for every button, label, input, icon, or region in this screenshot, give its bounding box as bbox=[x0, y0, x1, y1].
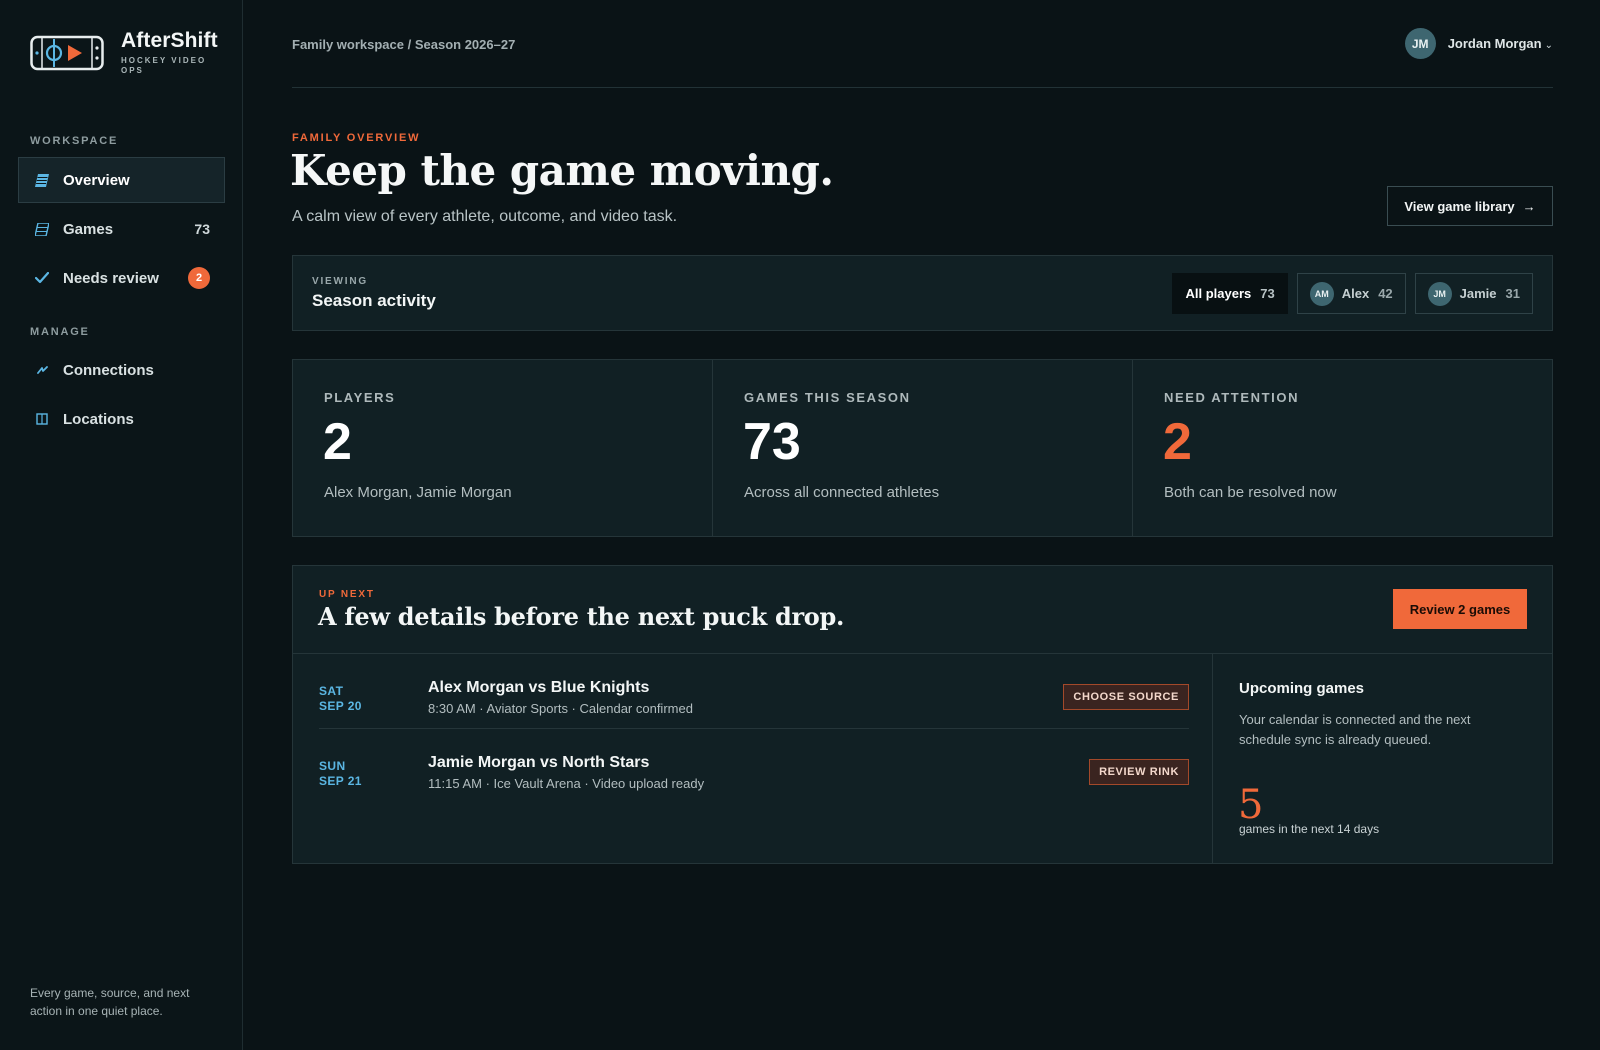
chip-label: Jamie bbox=[1459, 286, 1497, 301]
sidebar-footer: Every game, source, and next action in o… bbox=[30, 986, 190, 1018]
stat-value: 2 bbox=[323, 413, 352, 471]
app-subtitle: HOCKEY VIDEO OPS bbox=[121, 56, 207, 75]
stat-label: NEED ATTENTION bbox=[1164, 390, 1300, 405]
avatar: AM bbox=[1309, 281, 1334, 306]
up-next-title: A few details before the next puck drop. bbox=[318, 602, 845, 631]
up-next-header: UP NEXT A few details before the next pu… bbox=[293, 566, 1552, 654]
game-title: Alex Morgan vs Blue Knights bbox=[428, 679, 650, 696]
chip-all-players[interactable]: All players 73 bbox=[1172, 273, 1288, 314]
player-filter-bar: VIEWING Season activity All players 73 A… bbox=[292, 255, 1553, 331]
game-date: SEP 20 bbox=[319, 699, 362, 713]
connections-icon bbox=[35, 363, 49, 377]
stat-value: 2 bbox=[1163, 413, 1192, 471]
game-row[interactable]: SAT SEP 20 Alex Morgan vs Blue Knights 8… bbox=[319, 654, 1189, 729]
game-title: Jamie Morgan vs North Stars bbox=[428, 754, 650, 771]
upcoming-title: Upcoming games bbox=[1239, 680, 1365, 697]
sidebar-item-needs-review[interactable]: Needs review 2 bbox=[18, 255, 225, 301]
stat-players: PLAYERS 2 Alex Morgan, Jamie Morgan bbox=[293, 360, 713, 536]
button-label: View game library bbox=[1404, 198, 1515, 214]
chip-count: 31 bbox=[1505, 286, 1520, 301]
brand[interactable]: AfterShift HOCKEY VIDEO OPS bbox=[30, 30, 221, 76]
topbar: Family workspace / Season 2026–27 JM Jor… bbox=[292, 0, 1553, 88]
overview-icon bbox=[35, 173, 49, 187]
choose-source-button[interactable]: CHOOSE SOURCE bbox=[1063, 684, 1189, 710]
locations-icon bbox=[35, 412, 49, 426]
review-rink-button[interactable]: REVIEW RINK bbox=[1089, 759, 1189, 785]
stats-panel: PLAYERS 2 Alex Morgan, Jamie Morgan GAME… bbox=[292, 359, 1553, 537]
avatar: JM bbox=[1404, 28, 1436, 59]
stat-value: 73 bbox=[743, 413, 801, 471]
breadcrumb[interactable]: Family workspace / Season 2026–27 bbox=[292, 37, 515, 52]
stat-games-this-season: GAMES THIS SEASON 73 Across all connecte… bbox=[713, 360, 1133, 536]
stat-desc: Both can be resolved now bbox=[1164, 484, 1337, 501]
page-subtitle: A calm view of every athlete, outcome, a… bbox=[292, 208, 678, 225]
page-title: Keep the game moving. bbox=[290, 146, 834, 195]
sidebar-item-label: Connections bbox=[63, 361, 154, 379]
stat-label: GAMES THIS SEASON bbox=[744, 390, 911, 405]
review-games-button[interactable]: Review 2 games bbox=[1393, 589, 1527, 629]
nav-section-workspace: WORKSPACE bbox=[30, 135, 119, 147]
view-game-library-button[interactable]: View game library → bbox=[1387, 186, 1553, 226]
sidebar-item-games[interactable]: Games 73 bbox=[18, 206, 225, 252]
page-eyebrow: FAMILY OVERVIEW bbox=[292, 132, 421, 144]
game-row[interactable]: SUN SEP 21 Jamie Morgan vs North Stars 1… bbox=[319, 729, 1189, 804]
sidebar-item-label: Locations bbox=[63, 410, 134, 428]
logo-icon bbox=[30, 35, 104, 71]
game-day: SAT bbox=[319, 684, 344, 698]
upcoming-games-card: Upcoming games Your calendar is connecte… bbox=[1212, 654, 1552, 863]
sidebar-item-locations[interactable]: Locations bbox=[18, 396, 225, 442]
sidebar-item-label: Needs review bbox=[63, 269, 159, 287]
sidebar-item-label: Games bbox=[63, 220, 114, 238]
user-name: Jordan Morgan bbox=[1447, 36, 1542, 51]
needs-review-badge: 2 bbox=[188, 267, 210, 289]
chevron-down-icon: ⌄ bbox=[1544, 40, 1553, 51]
sidebar-item-connections[interactable]: Connections bbox=[18, 347, 225, 393]
check-icon bbox=[35, 271, 49, 285]
player-chips: All players 73 AM Alex 42 JM Jamie 31 bbox=[1172, 273, 1533, 314]
stat-desc: Alex Morgan, Jamie Morgan bbox=[324, 484, 512, 501]
filter-title: Season activity bbox=[312, 291, 436, 310]
app-name: AfterShift bbox=[121, 29, 218, 52]
game-day: SUN bbox=[319, 759, 346, 773]
chip-label: Alex bbox=[1341, 286, 1370, 301]
game-date: SEP 21 bbox=[319, 774, 362, 788]
chip-count: 73 bbox=[1260, 286, 1275, 301]
arrow-right-icon: → bbox=[1522, 198, 1536, 214]
nav-section-manage: MANAGE bbox=[30, 326, 90, 338]
games-icon bbox=[35, 222, 49, 236]
sidebar-item-overview[interactable]: Overview bbox=[18, 157, 225, 203]
chip-count: 42 bbox=[1378, 286, 1393, 301]
user-menu[interactable]: JM Jordan Morgan ⌄ bbox=[1404, 28, 1553, 59]
games-count: 73 bbox=[194, 221, 210, 237]
sidebar: AfterShift HOCKEY VIDEO OPS WORKSPACE Ov… bbox=[0, 0, 243, 1050]
avatar: JM bbox=[1427, 281, 1452, 306]
filter-eyebrow: VIEWING bbox=[312, 276, 368, 287]
upcoming-desc: Your calendar is connected and the next … bbox=[1239, 712, 1471, 747]
chip-alex[interactable]: AM Alex 42 bbox=[1296, 273, 1406, 314]
chip-label: All players bbox=[1185, 286, 1252, 301]
stat-need-attention: NEED ATTENTION 2 Both can be resolved no… bbox=[1133, 360, 1552, 536]
sidebar-item-label: Overview bbox=[63, 171, 130, 189]
stat-desc: Across all connected athletes bbox=[744, 484, 940, 501]
game-meta: 8:30 AM · Aviator Sports · Calendar conf… bbox=[428, 701, 693, 716]
up-next-panel: UP NEXT A few details before the next pu… bbox=[292, 565, 1553, 864]
game-meta: 11:15 AM · Ice Vault Arena · Video uploa… bbox=[428, 776, 705, 791]
stat-label: PLAYERS bbox=[324, 390, 396, 405]
upcoming-game-list: SAT SEP 20 Alex Morgan vs Blue Knights 8… bbox=[319, 654, 1189, 804]
up-next-eyebrow: UP NEXT bbox=[319, 589, 375, 600]
upcoming-caption: games in the next 14 days bbox=[1239, 822, 1380, 836]
chip-jamie[interactable]: JM Jamie 31 bbox=[1414, 273, 1533, 314]
